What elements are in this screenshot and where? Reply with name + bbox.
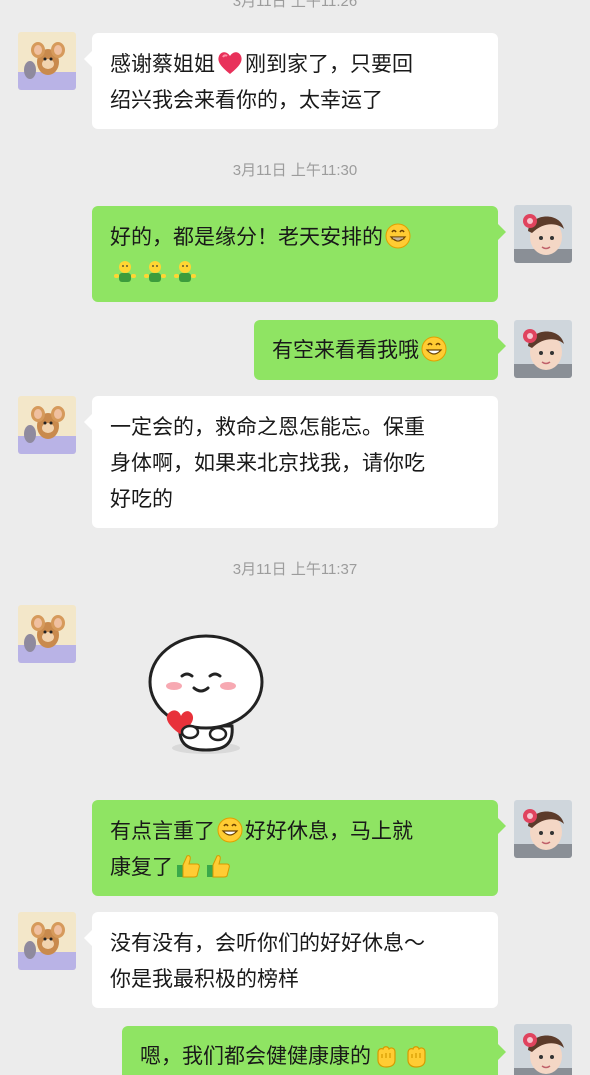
contact-avatar[interactable]: [18, 396, 76, 454]
contact-avatar[interactable]: [18, 605, 76, 663]
message-bubble-received[interactable]: 没有没有，会听你们的好好休息～ 你是我最积极的榜样: [84, 912, 498, 1008]
message-bubble-sent[interactable]: 嗯，我们都会健健康康的: [122, 1026, 506, 1075]
message-text: 感谢蔡姐姐: [110, 52, 215, 76]
message-text: 身体啊，如果来北京找我，请你吃: [110, 451, 425, 475]
message-text: 绍兴我会来看你的，太幸运了: [110, 88, 383, 112]
message-bubble-sent[interactable]: 好的，都是缘分！老天安排的: [92, 206, 506, 302]
little-person-emoji-icon: [114, 261, 136, 282]
message-text: 一定会的，救命之恩怎能忘。保重: [110, 415, 425, 439]
message-text: 好的，都是缘分！老天安排的: [110, 225, 383, 249]
timestamp: 3月11日 上午11:37: [232, 561, 358, 578]
message-bubble-sent[interactable]: 有空来看看我哦: [254, 320, 506, 380]
message-text: 好吃的: [110, 487, 173, 511]
timestamp: 3月11日 上午11:26: [232, 0, 358, 10]
my-avatar[interactable]: [514, 205, 572, 263]
message-text: 刚到家了，只要回: [245, 52, 413, 76]
message-bubble-sent[interactable]: 有点言重了 好好休息，马上就 康复了: [92, 800, 506, 896]
little-person-emoji-icon: [174, 261, 196, 282]
thumbs-up-emoji-icon: [207, 855, 230, 878]
message-text: 有空来看看我哦: [272, 338, 419, 362]
my-avatar[interactable]: [514, 1024, 572, 1075]
grinning-emoji-icon: [217, 817, 243, 843]
message-text: 嗯，我们都会健健康康的: [140, 1044, 371, 1068]
chat-window: 3月11日 上午11:26 感谢蔡姐姐 刚到家了，只要回 绍兴我会来看你的，太幸运…: [0, 0, 590, 1075]
message-bubble-received[interactable]: 感谢蔡姐姐 刚到家了，只要回 绍兴我会来看你的，太幸运了: [84, 33, 498, 129]
timestamp: 3月11日 上午11:30: [232, 162, 358, 179]
contact-avatar[interactable]: [18, 912, 76, 970]
my-avatar[interactable]: [514, 320, 572, 378]
contact-avatar[interactable]: [18, 32, 76, 90]
thumbs-up-emoji-icon: [177, 855, 200, 878]
message-bubble-received[interactable]: 一定会的，救命之恩怎能忘。保重 身体啊，如果来北京找我，请你吃 好吃的: [84, 396, 498, 528]
grinning-emoji-icon: [421, 336, 447, 362]
grinning-emoji-icon: [385, 223, 411, 249]
message-text: 你是我最积极的榜样: [110, 967, 299, 991]
message-text: 康复了: [110, 855, 173, 879]
my-avatar[interactable]: [514, 800, 572, 858]
heart-emoji-icon: [218, 52, 242, 74]
little-person-emoji-icon: [144, 261, 166, 282]
fist-emoji-icon: [407, 1046, 426, 1068]
message-text: 有点言重了: [110, 819, 215, 843]
fist-emoji-icon: [377, 1046, 396, 1068]
heart-sticker-image[interactable]: [140, 630, 270, 765]
message-text: 没有没有，会听你们的好好休息～: [110, 931, 425, 955]
message-text: 好好休息，马上就: [245, 819, 413, 843]
